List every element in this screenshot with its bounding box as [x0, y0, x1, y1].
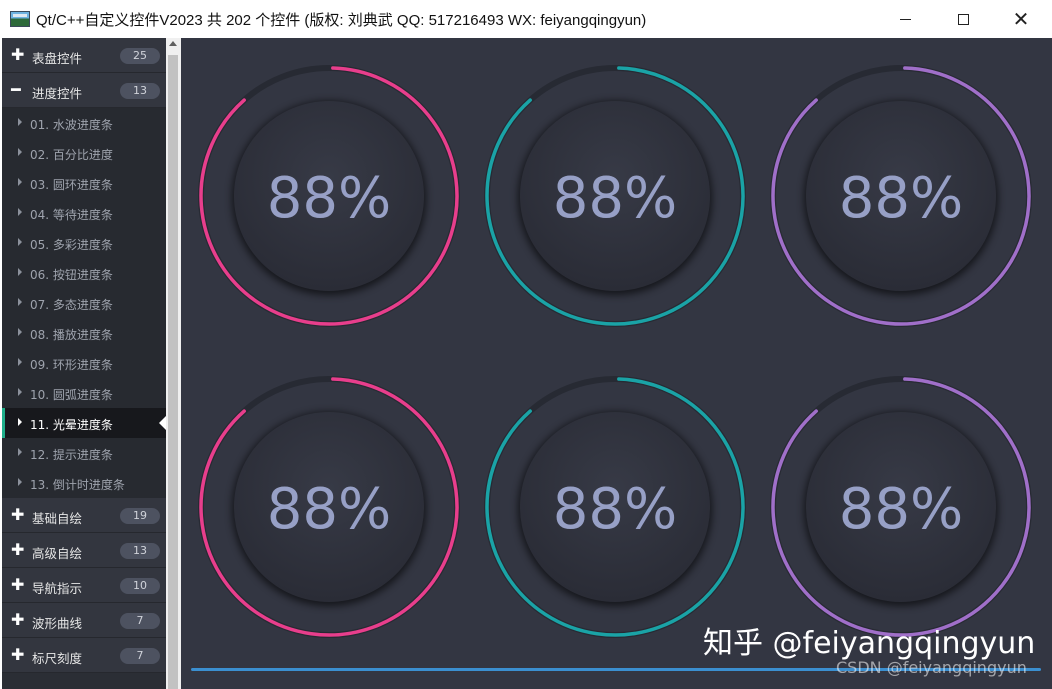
count-badge: 7 — [120, 613, 160, 629]
sidebar-scrollbar[interactable] — [166, 38, 181, 689]
count-badge: 10 — [120, 578, 160, 594]
maximize-icon — [957, 13, 969, 25]
app-icon — [10, 11, 30, 27]
window-title: Qt/C++自定义控件V2023 共 202 个控件 (版权: 刘典武 QQ: … — [36, 12, 647, 29]
count-badge: 19 — [120, 508, 160, 524]
sidebar-group-label: 进度控件 — [32, 86, 83, 101]
caret-right-icon — [18, 118, 22, 126]
glow-progress-gauge: 88% — [770, 65, 1032, 327]
sidebar-item-label: 02. 百分比进度 — [30, 148, 113, 162]
sidebar-group-label: 表盘控件 — [32, 51, 83, 66]
expand-plus-icon: ✚ — [11, 575, 25, 594]
zhihu-watermark: 知乎 @feiyangqingyun — [703, 626, 1036, 661]
sidebar-item-label: 12. 提示进度条 — [30, 448, 113, 462]
glow-progress-gauge: 88% — [484, 65, 746, 327]
sidebar-item[interactable]: 06. 按钮进度条 — [2, 258, 166, 288]
scroll-up-arrow-icon[interactable] — [169, 41, 177, 46]
collapse-minus-icon: ━ — [11, 80, 21, 99]
count-badge: 13 — [120, 83, 160, 99]
caret-right-icon — [18, 178, 22, 186]
gauge-panel: 88% 88% 88% 88% 88% 88% 知乎 @feiyangqingyun CS… — [181, 38, 1052, 689]
sidebar-item[interactable]: 13. 倒计时进度条 — [2, 468, 166, 498]
sidebar-group[interactable]: ✚ 基础自绘 19 — [2, 498, 166, 533]
sidebar-item-label: 10. 圆弧进度条 — [30, 388, 113, 402]
sidebar-item[interactable]: 03. 圆环进度条 — [2, 168, 166, 198]
minimize-icon — [899, 18, 911, 20]
sidebar-item[interactable]: 07. 多态进度条 — [2, 288, 166, 318]
gauge-percent-label: 88% — [267, 477, 391, 542]
sidebar-item-label: 13. 倒计时进度条 — [30, 478, 125, 492]
sidebar-group-label: 高级自绘 — [32, 546, 83, 561]
sidebar-item[interactable]: 02. 百分比进度 — [2, 138, 166, 168]
sidebar-item[interactable]: 05. 多彩进度条 — [2, 228, 166, 258]
expand-plus-icon: ✚ — [11, 645, 25, 664]
expand-plus-icon: ✚ — [11, 610, 25, 629]
sidebar-group[interactable]: ✚ 高级自绘 13 — [2, 533, 166, 568]
caret-right-icon — [18, 388, 22, 396]
expand-plus-icon: ✚ — [11, 45, 25, 64]
sidebar-item[interactable]: 08. 播放进度条 — [2, 318, 166, 348]
caret-right-icon — [18, 148, 22, 156]
sidebar-item[interactable]: 09. 环形进度条 — [2, 348, 166, 378]
gauge-percent-label: 88% — [839, 166, 963, 231]
sidebar-group[interactable]: ✚ 表盘控件 25 — [2, 38, 166, 73]
sidebar-item-label: 09. 环形进度条 — [30, 358, 113, 372]
sidebar-nav: ✚ 表盘控件 25 ━ 进度控件 13 01. 水波进度条 02. 百分比进度 03. 圆环进度… — [2, 38, 166, 689]
close-icon: ✕ — [1012, 7, 1030, 31]
sidebar-item-label: 07. 多态进度条 — [30, 298, 113, 312]
caret-right-icon — [18, 298, 22, 306]
gauge-percent-label: 88% — [839, 477, 963, 542]
caret-right-icon — [18, 268, 22, 276]
caret-right-icon — [18, 448, 22, 456]
sidebar-item-label: 03. 圆环进度条 — [30, 178, 113, 192]
caret-right-icon — [18, 418, 22, 426]
maximize-button[interactable] — [934, 0, 992, 38]
gauge-percent-label: 88% — [553, 477, 677, 542]
sidebar-group[interactable]: ✚ 波形曲线 7 — [2, 603, 166, 638]
sidebar-item-label: 06. 按钮进度条 — [30, 268, 113, 282]
caret-right-icon — [18, 328, 22, 336]
count-badge: 7 — [120, 648, 160, 664]
sidebar-group-label: 导航指示 — [32, 581, 83, 596]
glow-progress-gauge: 88% — [770, 376, 1032, 638]
sidebar-group-label: 基础自绘 — [32, 511, 83, 526]
sidebar-group-label: 标尺刻度 — [32, 651, 83, 666]
sidebar-group[interactable]: ✚ 导航指示 10 — [2, 568, 166, 603]
selection-indicator — [2, 408, 5, 438]
sidebar-item-label: 08. 播放进度条 — [30, 328, 113, 342]
csdn-watermark: CSDN @feiyangqingyun — [836, 658, 1027, 677]
sidebar-item-label: 04. 等待进度条 — [30, 208, 113, 222]
glow-progress-gauge: 88% — [484, 376, 746, 638]
scrollbar-thumb[interactable] — [168, 55, 178, 689]
sidebar-item[interactable]: 10. 圆弧进度条 — [2, 378, 166, 408]
gauge-percent-label: 88% — [267, 166, 391, 231]
sidebar-group[interactable]: ━ 进度控件 13 — [2, 73, 166, 108]
title-bar: Qt/C++自定义控件V2023 共 202 个控件 (版权: 刘典武 QQ: … — [0, 0, 1052, 38]
expand-plus-icon: ✚ — [11, 505, 25, 524]
glow-progress-gauge: 88% — [198, 376, 460, 638]
sidebar-group[interactable]: ✚ 标尺刻度 7 — [2, 638, 166, 673]
count-badge: 25 — [120, 48, 160, 64]
sidebar-item-label: 05. 多彩进度条 — [30, 238, 113, 252]
close-button[interactable]: ✕ — [992, 0, 1050, 38]
sidebar-item[interactable]: 01. 水波进度条 — [2, 108, 166, 138]
expand-plus-icon: ✚ — [11, 540, 25, 559]
sidebar-item[interactable]: 12. 提示进度条 — [2, 438, 166, 468]
sidebar-item-label: 01. 水波进度条 — [30, 118, 113, 132]
sidebar-group-label: 波形曲线 — [32, 616, 83, 631]
caret-right-icon — [18, 358, 22, 366]
gauge-percent-label: 88% — [553, 166, 677, 231]
sidebar-item-label: 11. 光晕进度条 — [30, 418, 113, 432]
selected-pointer-icon — [159, 416, 166, 430]
gauge-grid: 88% 88% 88% 88% 88% 88% — [198, 65, 1032, 638]
sidebar-item[interactable]: 11. 光晕进度条 — [2, 408, 166, 438]
caret-right-icon — [18, 478, 22, 486]
sidebar-item[interactable]: 04. 等待进度条 — [2, 198, 166, 228]
minimize-button[interactable] — [876, 0, 934, 38]
count-badge: 13 — [120, 543, 160, 559]
caret-right-icon — [18, 208, 22, 216]
glow-progress-gauge: 88% — [198, 65, 460, 327]
caret-right-icon — [18, 238, 22, 246]
